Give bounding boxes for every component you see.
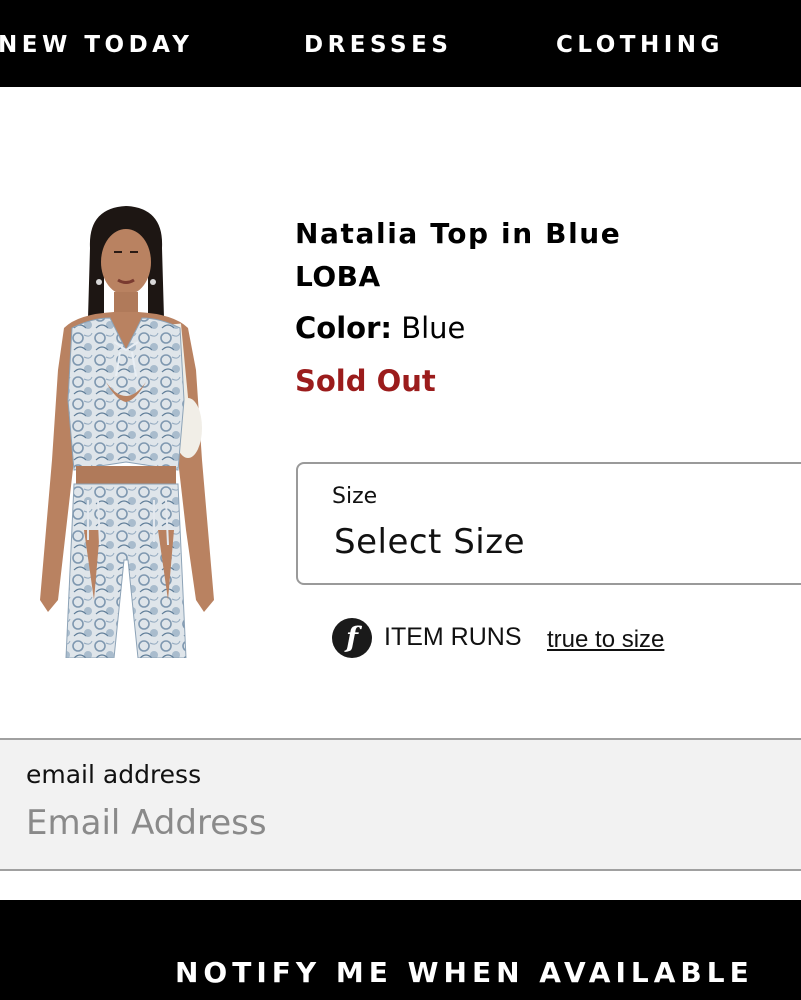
fit-link[interactable]: true to size — [547, 626, 664, 654]
color-label: Color: — [295, 311, 392, 345]
size-value: Select Size — [334, 522, 525, 562]
email-field[interactable]: email address — [0, 738, 801, 871]
brand-name[interactable]: LOBA — [295, 260, 381, 293]
nav-item-new-today[interactable]: NEW TODAY — [0, 30, 193, 60]
product-image[interactable] — [28, 200, 224, 658]
nav-item-dresses[interactable]: DRESSES — [304, 30, 452, 60]
fit-label: ITEM RUNS — [384, 623, 522, 651]
fit-predictor-icon: f — [332, 618, 372, 658]
color-info: Color: Blue — [295, 311, 465, 345]
status-sold-out: Sold Out — [295, 364, 436, 398]
notify-label: NOTIFY ME WHEN AVAILABLE — [175, 956, 754, 989]
product-title: Natalia Top in Blue — [295, 217, 622, 250]
email-input[interactable] — [26, 798, 726, 848]
email-label: email address — [26, 760, 202, 789]
color-value: Blue — [401, 311, 466, 345]
notify-me-button[interactable]: NOTIFY ME WHEN AVAILABLE — [0, 900, 801, 1000]
fit-info: f ITEM RUNS true to size — [332, 618, 732, 658]
nav-item-clothing[interactable]: CLOTHING — [556, 30, 724, 60]
size-select[interactable]: Size Select Size — [296, 462, 801, 585]
size-label: Size — [332, 484, 378, 509]
product-page: NEW TODAY DRESSES CLOTHING Natalia Top i… — [0, 0, 801, 1000]
top-nav: NEW TODAY DRESSES CLOTHING — [0, 0, 801, 87]
